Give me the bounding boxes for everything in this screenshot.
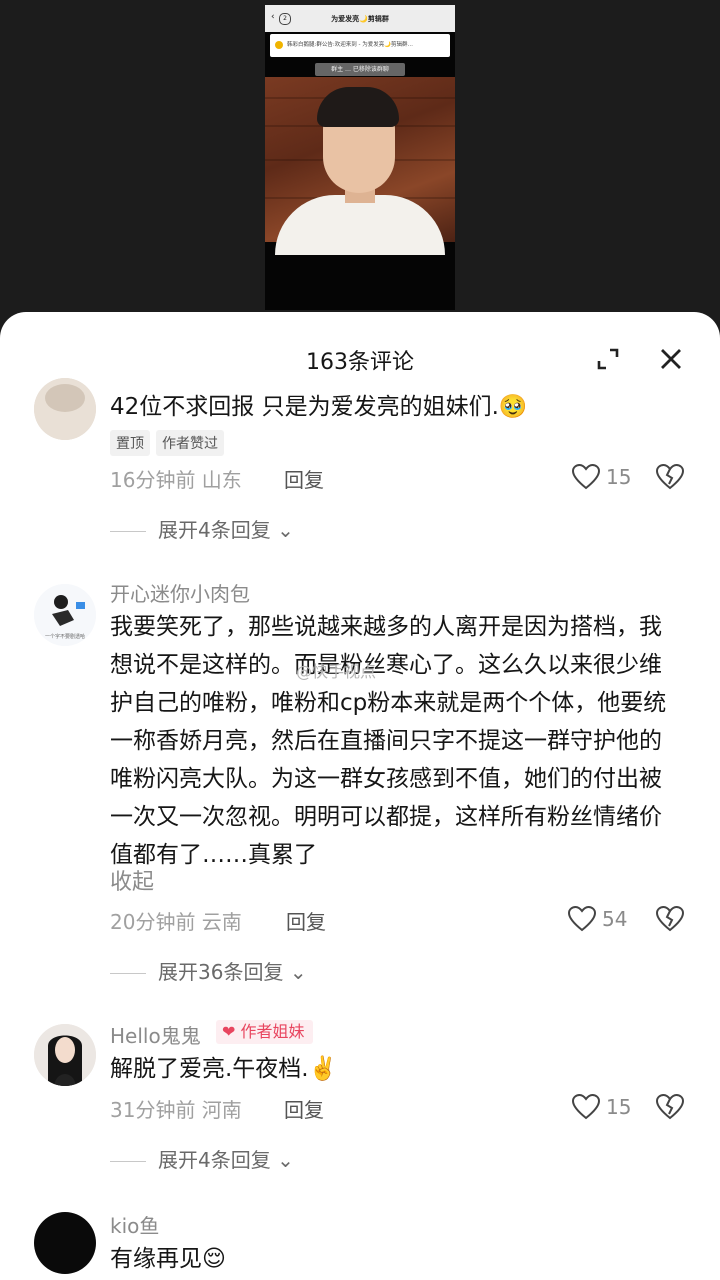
reply-button[interactable]: 回复 bbox=[286, 906, 326, 935]
like-button[interactable]: 15 bbox=[571, 1093, 642, 1124]
heart-icon bbox=[571, 463, 601, 490]
author-liked-tag: 作者赞过 bbox=[156, 430, 224, 456]
divider-line bbox=[110, 973, 146, 974]
comment-meta: 31分钟前 河南 bbox=[110, 1098, 242, 1122]
collapse-button[interactable]: 收起 bbox=[110, 864, 154, 896]
notice-text: 韩彩白鹅腿:群公告:欢迎来到 - 为爱发亮🌙剪辑群… bbox=[287, 42, 414, 48]
tag-row: 置顶 作者赞过 bbox=[110, 430, 230, 456]
expand-replies-label: 展开4条回复 bbox=[158, 1148, 271, 1172]
expand-replies-label: 展开4条回复 bbox=[158, 518, 271, 542]
group-notice: 韩彩白鹅腿:群公告:欢迎来到 - 为爱发亮🌙剪辑群… bbox=[270, 34, 450, 57]
person-hair bbox=[317, 87, 399, 127]
comment-meta: 16分钟前 山东 bbox=[110, 468, 242, 492]
like-button[interactable]: 54 bbox=[567, 905, 638, 936]
username[interactable]: 开心迷你小肉包 bbox=[110, 578, 250, 607]
hearts-icon: ❤︎ bbox=[222, 1022, 236, 1041]
broken-heart-icon bbox=[655, 905, 685, 932]
expand-replies-button[interactable]: 展开4条回复 ⌄ bbox=[110, 514, 294, 543]
reply-button[interactable]: 回复 bbox=[284, 1094, 324, 1123]
username[interactable]: kio鱼 bbox=[110, 1210, 159, 1239]
system-message: 群主 … 已移除该群聊 bbox=[315, 63, 405, 76]
broken-heart-icon bbox=[655, 1093, 685, 1120]
avatar-caption: 一个字不要剧透哈 bbox=[45, 633, 85, 640]
username[interactable]: Hello鬼鬼 bbox=[110, 1020, 201, 1049]
dislike-button[interactable] bbox=[655, 1093, 686, 1124]
notice-icon bbox=[275, 40, 283, 49]
video-frame bbox=[265, 77, 455, 255]
avatar[interactable]: 一个字不要剧透哈 bbox=[34, 584, 96, 646]
close-icon[interactable] bbox=[658, 346, 684, 372]
like-count: 15 bbox=[606, 465, 632, 489]
dislike-button[interactable] bbox=[655, 463, 686, 494]
chevron-down-icon: ⌄ bbox=[277, 518, 294, 542]
chevron-down-icon: ⌄ bbox=[277, 1148, 294, 1172]
sheet-header: 163条评论 bbox=[0, 312, 720, 382]
avatar[interactable] bbox=[34, 378, 96, 440]
dislike-button[interactable] bbox=[655, 905, 686, 936]
heart-icon bbox=[567, 905, 597, 932]
heart-icon bbox=[571, 1093, 601, 1120]
expand-replies-label: 展开36条回复 bbox=[158, 960, 284, 984]
chat-title: 为爱发亮🌙剪辑群 bbox=[331, 15, 389, 23]
like-count: 15 bbox=[606, 1095, 632, 1119]
avatar[interactable] bbox=[34, 1212, 96, 1274]
expand-replies-button[interactable]: 展开4条回复 ⌄ bbox=[110, 1144, 294, 1173]
avatar[interactable] bbox=[34, 1024, 96, 1086]
video-area[interactable]: ‹ 2 为爱发亮🌙剪辑群 韩彩白鹅腿:群公告:欢迎来到 - 为爱发亮🌙剪辑群… … bbox=[0, 0, 720, 320]
pinned-tag: 置顶 bbox=[110, 430, 150, 456]
divider-line bbox=[110, 1161, 146, 1162]
comment-meta: 20分钟前 云南 bbox=[110, 910, 242, 934]
author-sister-label: 作者姐妹 bbox=[240, 1022, 305, 1041]
author-sister-badge: ❤︎ 作者姐妹 bbox=[216, 1020, 313, 1044]
comment-sheet: 163条评论 42位不求回报 只是为爱发亮的姐妹们.🥹 置顶 作者赞过 16分钟前… bbox=[0, 312, 720, 1280]
chevron-down-icon: ⌄ bbox=[289, 960, 307, 984]
reply-button[interactable]: 回复 bbox=[284, 464, 324, 493]
comment-text: 有缘再见😌 bbox=[110, 1246, 226, 1272]
person-shirt bbox=[275, 195, 445, 255]
comment-text: 42位不求回报 只是为爱发亮的姐妹们.🥹 bbox=[110, 394, 528, 420]
like-button[interactable]: 15 bbox=[571, 463, 642, 494]
like-count: 54 bbox=[602, 907, 628, 931]
expand-replies-button[interactable]: 展开36条回复 ⌄ bbox=[110, 956, 307, 985]
watermark: @快手视点 bbox=[296, 662, 377, 681]
expand-icon[interactable] bbox=[596, 347, 620, 371]
divider-line bbox=[110, 531, 146, 532]
comment-text: 我要笑死了，那些说越来越多的人离开是因为搭档，我想说不是这样的。而是粉丝寒心了。… bbox=[110, 614, 667, 868]
video-screenshot: ‹ 2 为爱发亮🌙剪辑群 韩彩白鹅腿:群公告:欢迎来到 - 为爱发亮🌙剪辑群… … bbox=[265, 5, 455, 310]
chat-header: ‹ 2 为爱发亮🌙剪辑群 bbox=[265, 5, 455, 32]
broken-heart-icon bbox=[655, 463, 685, 490]
comment-text: 解脱了爱亮.午夜档.✌️ bbox=[110, 1056, 338, 1082]
